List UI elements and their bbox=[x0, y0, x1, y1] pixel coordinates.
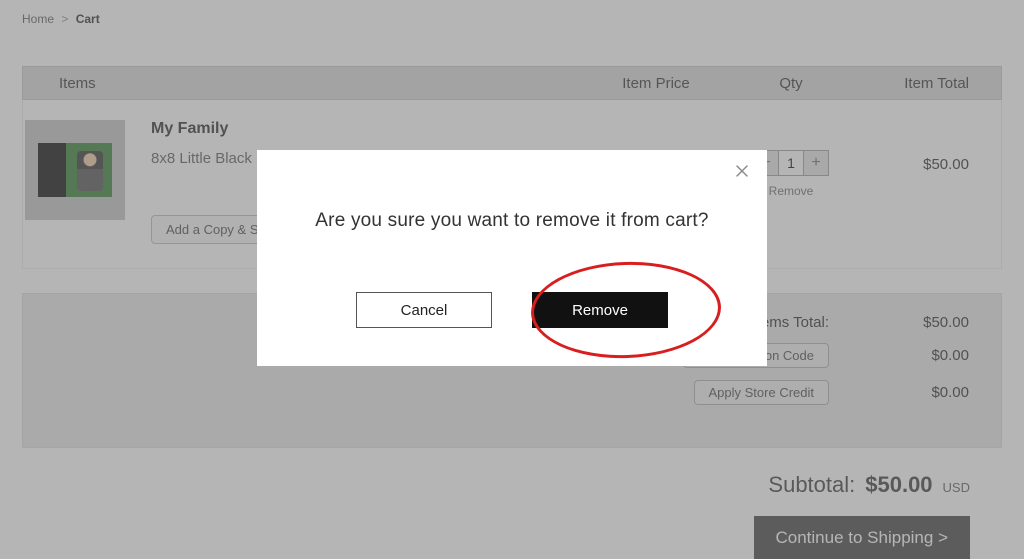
dialog-message: Are you sure you want to remove it from … bbox=[285, 210, 739, 232]
modal-overlay[interactable]: Are you sure you want to remove it from … bbox=[0, 0, 1024, 559]
cancel-button[interactable]: Cancel bbox=[356, 292, 492, 328]
close-icon[interactable] bbox=[733, 162, 753, 182]
confirm-remove-dialog: Are you sure you want to remove it from … bbox=[257, 150, 767, 366]
remove-button[interactable]: Remove bbox=[532, 292, 668, 328]
